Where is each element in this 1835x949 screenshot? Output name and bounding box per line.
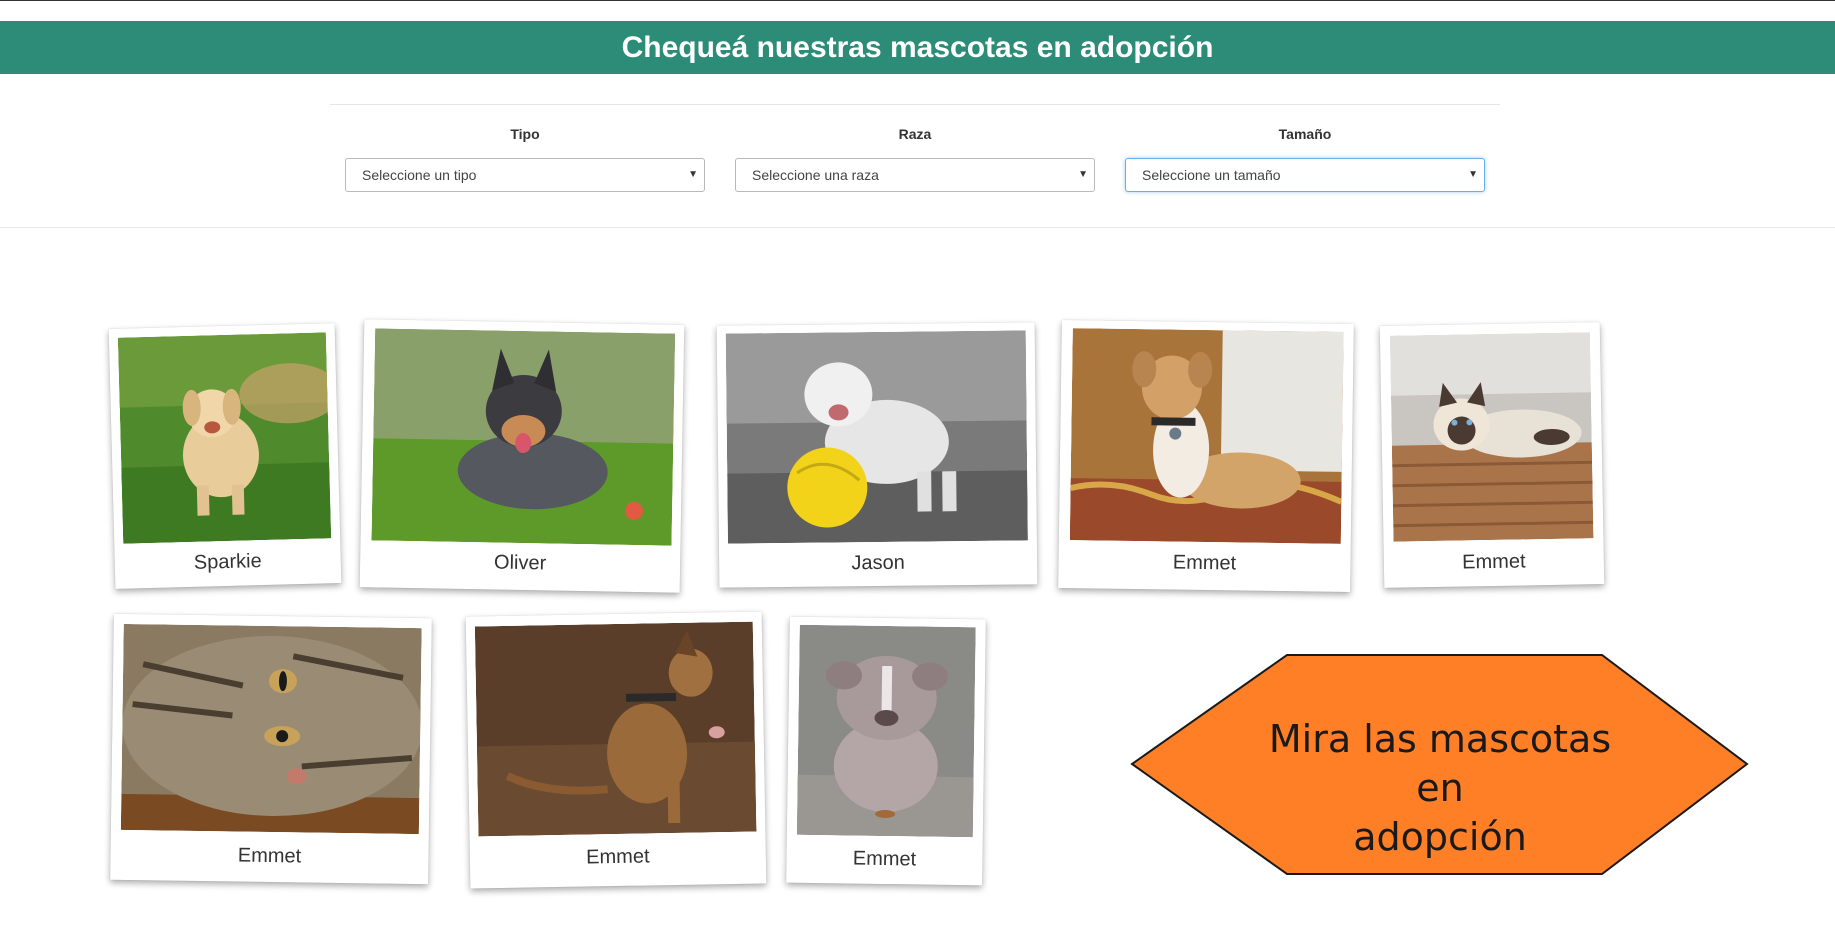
filter-tipo: Tipo Seleccione un tipo ▼ [345, 126, 705, 192]
page-title: Chequeá nuestras mascotas en adopción [621, 30, 1214, 64]
raza-select[interactable]: Seleccione una raza ▼ [735, 158, 1095, 192]
pet-card[interactable]: Oliver [359, 319, 685, 593]
cattle-dog-photo [371, 328, 676, 546]
filter-tipo-label: Tipo [510, 126, 540, 142]
filter-raza: Raza Seleccione una raza ▼ [735, 126, 1095, 192]
pet-card[interactable]: Emmet [1379, 322, 1605, 588]
adoption-cta-label: Mira las mascotas en adopción [1250, 715, 1630, 862]
adoption-cta-button[interactable]: Mira las mascotas en adopción [1130, 653, 1750, 876]
filter-tamano: Tamaño Seleccione un tamaño ▼ [1125, 126, 1485, 192]
pet-card[interactable]: Emmet [786, 616, 986, 886]
adoption-cta-line2: adopción [1353, 815, 1527, 859]
adoption-cta-line1: Mira las mascotas en [1268, 717, 1612, 810]
divider [0, 227, 1835, 228]
pet-card[interactable]: Emmet [1058, 319, 1354, 593]
pet-name: Emmet [1462, 550, 1526, 574]
pet-name: Oliver [493, 551, 547, 575]
tamano-select[interactable]: Seleccione un tamaño ▼ [1125, 158, 1485, 192]
pet-card[interactable]: Emmet [465, 611, 767, 889]
raza-select-value: Seleccione una raza [752, 167, 879, 183]
filter-tamano-label: Tamaño [1278, 126, 1332, 142]
pet-name: Jason [851, 551, 905, 575]
pet-name: Emmet [586, 845, 650, 869]
filter-raza-label: Raza [898, 126, 932, 142]
pet-name: Sparkie [193, 550, 262, 574]
tamano-select-value: Seleccione un tamaño [1142, 167, 1281, 183]
pet-card[interactable]: Emmet [110, 613, 432, 885]
chevron-down-icon: ▼ [688, 169, 698, 180]
pet-card[interactable]: Jason [716, 322, 1038, 588]
chevron-down-icon: ▼ [1078, 169, 1088, 180]
pet-name: Emmet [237, 844, 302, 868]
chevron-down-icon: ▼ [1468, 169, 1478, 180]
bulldog-with-yellow-ball-photo [725, 330, 1028, 544]
brindle-dog-sitting-photo [474, 621, 757, 837]
golden-retriever-puppy-photo [117, 332, 332, 544]
page-title-banner: Chequeá nuestras mascotas en adopción [0, 21, 1835, 74]
jack-russell-on-couch-photo [1069, 328, 1344, 544]
tabby-cat-closeup-photo [120, 623, 422, 835]
top-border [0, 0, 1835, 1]
pet-name: Emmet [1172, 551, 1237, 575]
tipo-select[interactable]: Seleccione un tipo ▼ [345, 158, 705, 192]
divider [330, 104, 1500, 105]
pet-name: Emmet [852, 847, 917, 871]
tipo-select-value: Seleccione un tipo [362, 167, 477, 183]
grey-bulldog-puppy-photo [796, 624, 976, 838]
siamese-cat-photo [1389, 332, 1594, 542]
pet-card[interactable]: Sparkie [108, 323, 342, 589]
